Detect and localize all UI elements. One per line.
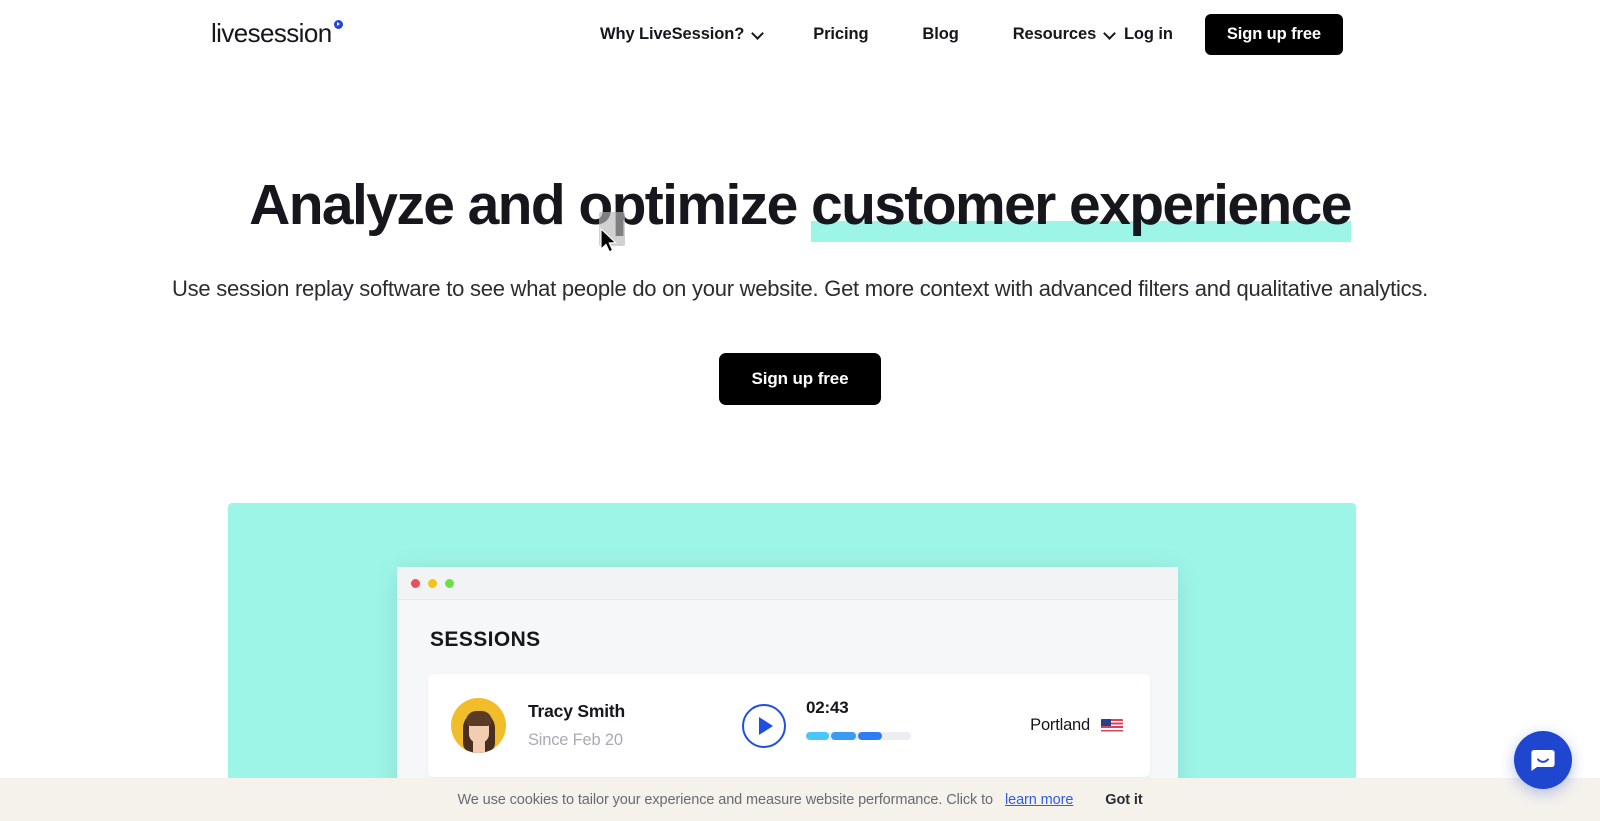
nav-label: Why LiveSession?	[600, 25, 745, 43]
session-location-block: Portland	[1030, 716, 1123, 735]
session-list-item[interactable]: Tracy Smith Since Feb 20 02:43 Portland	[428, 674, 1150, 777]
session-progress-bar[interactable]	[806, 732, 911, 740]
nav-item-pricing[interactable]: Pricing	[813, 25, 868, 44]
nav-label: Pricing	[813, 25, 869, 43]
us-flag-icon	[1101, 718, 1123, 733]
logo-text: livesession	[211, 18, 332, 48]
avatar	[451, 698, 506, 753]
hero-title-highlight: customer experience	[810, 173, 1352, 242]
window-close-dot-icon	[411, 578, 420, 588]
sessions-panel-title: SESSIONS	[430, 628, 541, 651]
cookie-learn-more-link[interactable]: learn more	[1005, 792, 1073, 808]
logo[interactable]: livesession	[211, 20, 343, 46]
nav-label: Resources	[1012, 25, 1097, 43]
cookie-accept-button[interactable]: Got it	[1105, 792, 1142, 808]
session-user-info: Tracy Smith Since Feb 20	[528, 701, 625, 750]
nav-item-why-livesession[interactable]: Why LiveSession?	[600, 25, 764, 44]
window-maximize-dot-icon	[445, 578, 454, 588]
play-dot-icon	[333, 20, 343, 29]
session-user-since: Since Feb 20	[528, 731, 623, 749]
nav-label: Blog	[922, 25, 959, 43]
chat-bubble-icon	[1531, 750, 1555, 771]
play-icon	[759, 716, 773, 735]
nav-item-resources[interactable]: Resources	[1013, 25, 1116, 44]
cursor-trail-artifact	[599, 212, 625, 246]
chevron-down-icon	[753, 28, 764, 39]
browser-title-bar	[397, 567, 1178, 600]
session-duration: 02:43	[806, 698, 849, 717]
signup-free-button-header[interactable]: Sign up free	[1204, 14, 1343, 55]
session-user-name: Tracy Smith	[528, 701, 626, 721]
progress-segment	[858, 732, 882, 740]
chat-launcher-button[interactable]	[1514, 731, 1572, 789]
play-session-button[interactable]	[742, 703, 786, 748]
cookie-banner-text: We use cookies to tailor your experience…	[457, 791, 993, 808]
hero-subtitle: Use session replay software to see what …	[172, 275, 1428, 301]
session-location: Portland	[1030, 716, 1090, 734]
window-minimize-dot-icon	[428, 578, 437, 588]
page-title: Analyze and optimize customer experience	[0, 173, 1600, 242]
login-link[interactable]: Log in	[1124, 25, 1173, 44]
progress-segment	[806, 732, 829, 740]
signup-free-button-hero[interactable]: Sign up free	[719, 352, 881, 405]
site-header: livesession Why LiveSession? Pricing Blo…	[0, 0, 1600, 69]
chevron-down-icon	[1105, 28, 1116, 39]
main-navigation: Why LiveSession? Pricing Blog Resources	[600, 0, 1116, 69]
cookie-consent-banner: We use cookies to tailor your experience…	[0, 778, 1600, 821]
session-progress-block: 02:43	[806, 698, 911, 740]
header-actions: Log in Sign up free	[1124, 0, 1600, 69]
hero-section: Analyze and optimize customer experience…	[0, 69, 1600, 405]
progress-segment	[831, 732, 856, 740]
nav-item-blog[interactable]: Blog	[922, 25, 958, 44]
hero-title-plain: Analyze and optimize	[249, 173, 811, 237]
